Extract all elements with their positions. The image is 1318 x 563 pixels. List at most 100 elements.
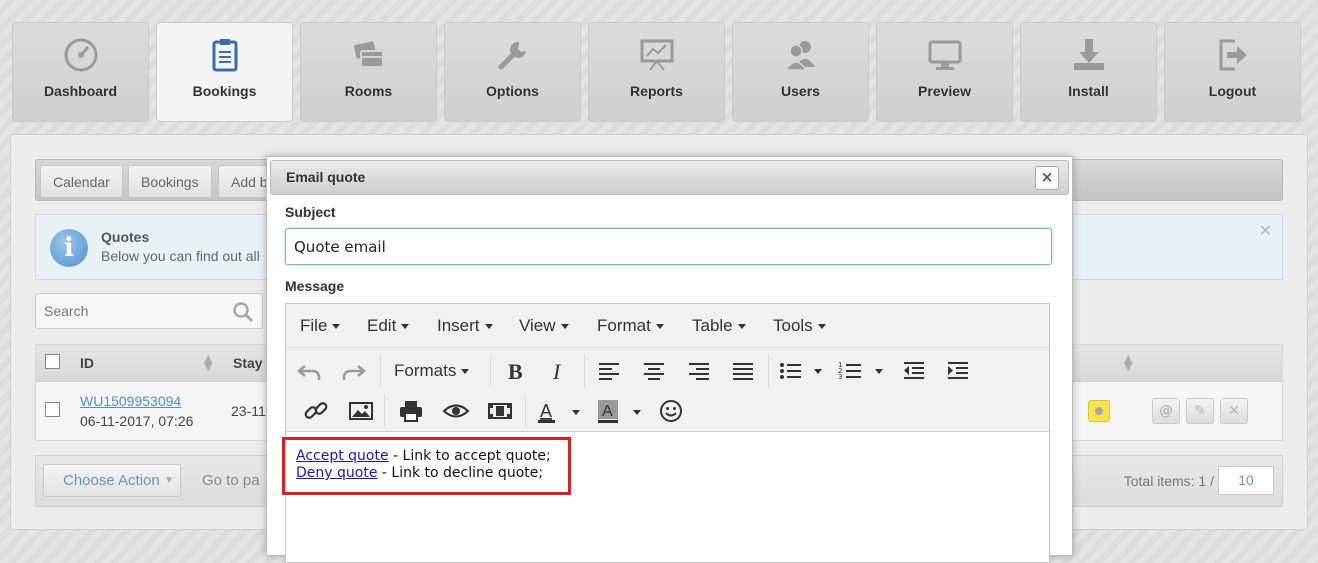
image-icon[interactable] (346, 396, 376, 426)
search-input[interactable] (42, 302, 222, 320)
menu-insert[interactable]: Insert (437, 316, 493, 336)
bold-icon[interactable]: B (500, 356, 530, 386)
nav-tab-users[interactable]: Users (732, 22, 869, 122)
close-icon[interactable]: ✕ (1259, 221, 1272, 240)
redo-icon[interactable] (338, 356, 368, 386)
accept-quote-link[interactable]: Accept quote (296, 448, 389, 464)
accept-quote-line: Accept quote - Link to accept quote; (296, 448, 551, 464)
sort-icon[interactable]: ▲ ▼ (204, 353, 212, 372)
nav-tab-label: Preview (918, 83, 971, 99)
editor-menubar: File Edit Insert View Format Table Tools (286, 304, 1049, 348)
chevron-down-icon[interactable] (875, 369, 883, 374)
chevron-down-icon (655, 324, 664, 330)
tab-bookings[interactable]: Bookings (128, 165, 212, 198)
toolbar-divider (584, 354, 585, 388)
deny-quote-line: Deny quote - Link to decline quote; (296, 465, 543, 481)
formats-dropdown[interactable]: Formats (394, 361, 470, 381)
align-justify-icon[interactable] (728, 356, 758, 386)
align-left-icon[interactable] (594, 356, 624, 386)
indent-icon[interactable] (943, 356, 973, 386)
select-all-checkbox[interactable] (45, 354, 60, 369)
background-color-icon[interactable]: A (593, 396, 623, 426)
svg-text:A: A (602, 403, 613, 420)
info-icon: i (50, 229, 88, 267)
menu-label: Tools (773, 316, 813, 335)
nav-tab-bookings[interactable]: Bookings (156, 22, 293, 122)
tab-calendar[interactable]: Calendar (40, 165, 123, 198)
deny-quote-link[interactable]: Deny quote (296, 465, 377, 481)
menu-format[interactable]: Format (597, 316, 664, 336)
outdent-icon[interactable] (899, 356, 929, 386)
menu-edit[interactable]: Edit (367, 316, 410, 336)
svg-text:B: B (508, 359, 523, 384)
emoticons-icon[interactable] (656, 396, 686, 426)
align-right-icon[interactable] (684, 356, 714, 386)
nav-tab-options[interactable]: Options (444, 22, 581, 122)
nav-tab-install[interactable]: Install (1020, 22, 1157, 122)
numbered-list-icon[interactable]: 123 (836, 356, 866, 386)
menu-file[interactable]: File (300, 316, 341, 336)
menu-label: Insert (437, 316, 480, 335)
menu-table[interactable]: Table (692, 316, 746, 336)
menu-tools[interactable]: Tools (773, 316, 826, 336)
chevron-down-icon (461, 369, 470, 375)
align-center-icon[interactable] (639, 356, 669, 386)
deny-quote-text: - Link to decline quote; (377, 465, 544, 481)
download-icon (1071, 37, 1107, 73)
booking-id-link[interactable]: WU1509953094 (80, 393, 181, 409)
link-icon[interactable] (301, 396, 331, 426)
presentation-chart-icon (639, 37, 675, 73)
nav-tab-logout[interactable]: Logout (1164, 22, 1301, 122)
bullet-list-icon[interactable] (776, 356, 806, 386)
total-items: Total items: 1 / (1123, 473, 1214, 489)
svg-text:I: I (552, 359, 562, 384)
print-icon[interactable] (396, 396, 426, 426)
nav-tab-label: Reports (630, 83, 683, 99)
chevron-down-icon[interactable] (814, 369, 822, 374)
menu-label: Edit (367, 316, 397, 335)
nav-tab-reports[interactable]: Reports (588, 22, 725, 122)
email-quote-dialog: Email quote × Subject Message File Edit … (266, 156, 1073, 563)
search-icon[interactable] (232, 301, 254, 323)
dialog-header[interactable]: Email quote × (270, 160, 1069, 195)
toolbar-divider (490, 354, 491, 388)
undo-icon[interactable] (295, 356, 325, 386)
toolbar-divider (768, 354, 769, 388)
chevron-down-icon[interactable] (572, 410, 580, 415)
nav-tab-label: Logout (1208, 83, 1257, 99)
nav-tab-rooms[interactable]: Rooms (300, 22, 437, 122)
monitor-icon (927, 37, 963, 73)
menu-view[interactable]: View (519, 316, 569, 336)
email-button[interactable]: @ (1152, 398, 1180, 424)
status-icon[interactable] (1088, 400, 1110, 422)
sort-icon[interactable]: ▲ ▼ (1124, 353, 1132, 372)
text-color-icon[interactable]: A (532, 396, 562, 426)
delete-button[interactable]: ✕ (1220, 398, 1248, 424)
nav-tab-label: Install (1068, 83, 1109, 99)
header-stay[interactable]: Stay (233, 355, 263, 371)
search-box (35, 293, 263, 329)
nav-tab-preview[interactable]: Preview (876, 22, 1013, 122)
svg-text:3: 3 (838, 373, 842, 381)
main-nav: Dashboard Bookings Rooms Options Reports… (12, 22, 1312, 122)
nav-tab-label: Bookings (192, 83, 257, 99)
italic-icon[interactable]: I (544, 356, 574, 386)
subject-input[interactable] (285, 228, 1052, 265)
info-text: Below you can find out all (101, 248, 260, 264)
preview-eye-icon[interactable] (441, 396, 471, 426)
nav-tab-dashboard[interactable]: Dashboard (12, 22, 149, 122)
choose-action-dropdown[interactable]: Choose Action ▼ (43, 464, 181, 497)
accept-quote-text: - Link to accept quote; (388, 448, 551, 464)
chevron-down-icon[interactable] (633, 410, 641, 415)
edit-button[interactable]: ✎ (1186, 398, 1214, 424)
chevron-down-icon (401, 324, 410, 330)
media-icon[interactable] (485, 396, 515, 426)
header-id[interactable]: ID (80, 355, 94, 371)
editor-content[interactable]: Accept quote - Link to accept quote; Den… (282, 432, 1049, 562)
chevron-down-icon (484, 324, 493, 330)
per-page-select[interactable]: 10 (1218, 466, 1274, 495)
row-checkbox[interactable] (45, 402, 60, 417)
close-button[interactable]: × (1035, 166, 1059, 190)
subject-label: Subject (285, 204, 336, 220)
info-title: Quotes (101, 229, 150, 245)
